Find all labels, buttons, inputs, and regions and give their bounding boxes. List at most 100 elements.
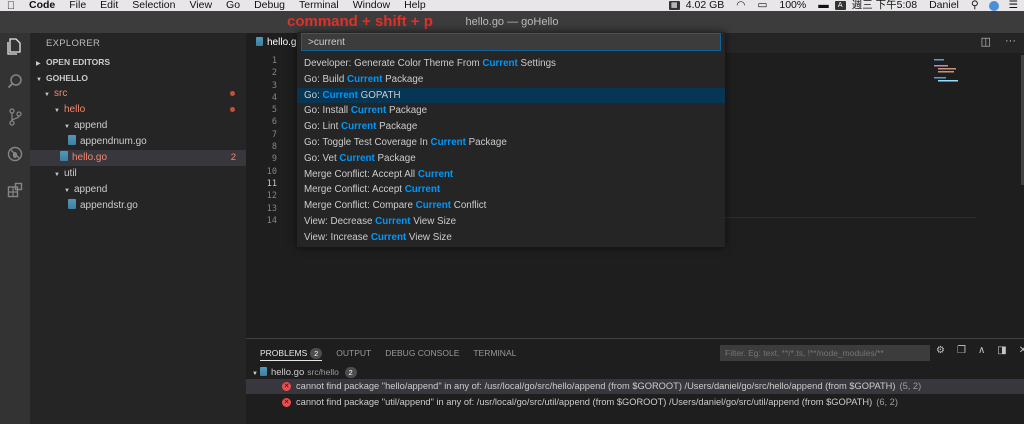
error-dot — [230, 107, 235, 112]
project-label: GOHELLO — [46, 73, 89, 83]
problem-location: (6, 2) — [876, 397, 898, 407]
collapse-all-icon[interactable]: ❐ — [957, 345, 966, 356]
tree-file-hello[interactable]: hello.go 2 — [30, 150, 246, 166]
problem-row[interactable]: ✕ cannot find package "hello/append" in … — [246, 379, 1024, 394]
explorer-icon[interactable] — [5, 36, 25, 56]
error-dot — [230, 91, 235, 96]
command-item[interactable]: Go: Vet Current Package — [297, 151, 725, 167]
tab-terminal[interactable]: TERMINAL — [473, 346, 516, 361]
open-editors-section[interactable]: ▶ OPEN EDITORS — [30, 54, 246, 70]
tab-label: hello.go — [267, 37, 298, 48]
tree-file-appendstr[interactable]: appendstr.go — [30, 198, 246, 214]
problem-file-group[interactable]: ▼ hello.go src/hello 2 — [252, 367, 357, 378]
command-text: View: Increase — [304, 231, 371, 243]
menu-window[interactable]: Window — [346, 0, 397, 11]
command-text: Package — [374, 152, 416, 164]
menu-file[interactable]: File — [62, 0, 93, 11]
tree-folder-append[interactable]: ▼ append — [30, 118, 246, 134]
command-item[interactable]: View: Increase Current View Size — [297, 230, 725, 246]
panel-tabs: PROBLEMS 2 OUTPUT DEBUG CONSOLE TERMINAL — [260, 346, 516, 361]
menu-go[interactable]: Go — [219, 0, 247, 11]
command-highlight: Current — [339, 152, 375, 164]
chevron-down-icon: ▼ — [54, 108, 60, 114]
tree-file-appendnum[interactable]: appendnum.go — [30, 134, 246, 150]
battery-icon: ▬ — [818, 0, 829, 11]
command-item[interactable]: Merge Conflict: Accept Current — [297, 182, 725, 198]
extensions-icon[interactable] — [5, 180, 25, 200]
tree-folder-hello[interactable]: ▼ hello — [30, 102, 246, 118]
memory-status[interactable]: 4.02 GB — [680, 0, 731, 11]
line-number: 7 — [271, 129, 277, 140]
problem-row[interactable]: ✕ cannot find package "util/append" in a… — [246, 395, 1024, 410]
command-text: Go: Install — [304, 105, 351, 117]
tree-item-label: append — [74, 184, 108, 195]
command-palette-input[interactable] — [301, 33, 721, 51]
tree-folder-src[interactable]: ▼ src — [30, 86, 246, 102]
apple-icon[interactable]:  — [0, 0, 22, 11]
activity-bar — [0, 33, 30, 424]
minimap[interactable] — [928, 55, 1024, 338]
line-number: 9 — [271, 154, 277, 165]
problem-file-count: 2 — [344, 367, 357, 378]
project-section[interactable]: ▼ GOHELLO — [30, 70, 246, 86]
battery-status[interactable]: 100% — [773, 0, 812, 11]
command-highlight: Current — [370, 231, 407, 243]
menu-edit[interactable]: Edit — [93, 0, 125, 11]
command-item[interactable]: View: Decrease Current View Size — [297, 214, 725, 230]
source-control-icon[interactable] — [5, 107, 25, 127]
tab-problems[interactable]: PROBLEMS 2 — [260, 346, 323, 361]
chevron-down-icon: ▼ — [54, 172, 60, 178]
command-text: View Size — [406, 231, 452, 243]
menu-view[interactable]: View — [182, 0, 219, 11]
menubar-status-area: ▦ 4.02 GB ◠ ▭ 100% ▬ A 週三 下午5:08 Daniel … — [668, 0, 1024, 11]
go-file-icon — [68, 135, 76, 145]
command-item-focused[interactable]: Go: Current GOPATH — [297, 87, 725, 104]
airplay-icon[interactable]: ▭ — [751, 0, 773, 11]
command-item[interactable]: Go: Lint Current Package — [297, 119, 725, 135]
tab-debug-console[interactable]: DEBUG CONSOLE — [385, 346, 459, 361]
user-name[interactable]: Daniel — [923, 0, 965, 11]
wifi-icon[interactable]: ◠ — [730, 0, 751, 11]
search-icon[interactable] — [5, 71, 25, 91]
menu-help[interactable]: Help — [397, 0, 433, 11]
toggle-panel-layout-icon[interactable]: ◨ — [997, 345, 1006, 356]
filter-settings-icon[interactable]: ⚙ — [936, 345, 945, 356]
command-text: Package — [382, 73, 424, 85]
more-actions-icon[interactable]: ··· — [1005, 35, 1016, 48]
command-highlight: Current — [404, 184, 441, 196]
clock[interactable]: 週三 下午5:08 — [846, 0, 923, 11]
problems-filter-input[interactable] — [720, 345, 930, 361]
line-number: 3 — [271, 80, 277, 91]
maximize-panel-icon[interactable]: ∧ — [978, 345, 985, 356]
command-item[interactable]: Merge Conflict: Accept All Current — [297, 167, 725, 183]
go-file-icon — [68, 199, 76, 209]
tree-folder-append[interactable]: ▼ append — [30, 182, 246, 198]
menu-debug[interactable]: Debug — [247, 0, 292, 11]
editor-tab-hello[interactable]: hello.go — [246, 33, 298, 53]
command-highlight: Current — [322, 89, 358, 101]
command-item[interactable]: Go: Build Current Package — [297, 72, 725, 88]
debug-icon[interactable] — [5, 144, 25, 164]
command-text: Go: Lint — [304, 121, 342, 133]
error-count: 2 — [230, 152, 236, 163]
tab-output[interactable]: OUTPUT — [336, 346, 371, 361]
close-panel-icon[interactable]: ✕ — [1019, 345, 1024, 356]
tree-item-label: util — [64, 168, 77, 179]
menu-terminal[interactable]: Terminal — [292, 0, 346, 11]
split-editor-icon[interactable]: ◫ — [981, 35, 991, 48]
siri-icon[interactable] — [988, 0, 999, 11]
command-item[interactable]: Merge Conflict: Compare Current Conflict — [297, 198, 725, 214]
problem-message: cannot find package "util/append" in any… — [296, 397, 873, 407]
command-item[interactable]: Go: Toggle Test Coverage In Current Pack… — [297, 135, 725, 151]
line-number: 2 — [271, 68, 277, 79]
menu-selection[interactable]: Selection — [125, 0, 182, 11]
minimap-preview — [934, 59, 958, 82]
input-method-status[interactable]: A — [834, 1, 846, 10]
notification-center-icon[interactable]: ☰ — [1003, 0, 1024, 11]
spotlight-icon[interactable]: ⚲ — [965, 0, 985, 11]
memory-monitor-icon[interactable]: ▦ — [668, 1, 680, 10]
menu-app[interactable]: Code — [22, 0, 62, 11]
tree-folder-util[interactable]: ▼ util — [30, 166, 246, 182]
command-item[interactable]: Developer: Generate Color Theme From Cur… — [297, 56, 725, 72]
command-item[interactable]: Go: Install Current Package — [297, 103, 725, 119]
